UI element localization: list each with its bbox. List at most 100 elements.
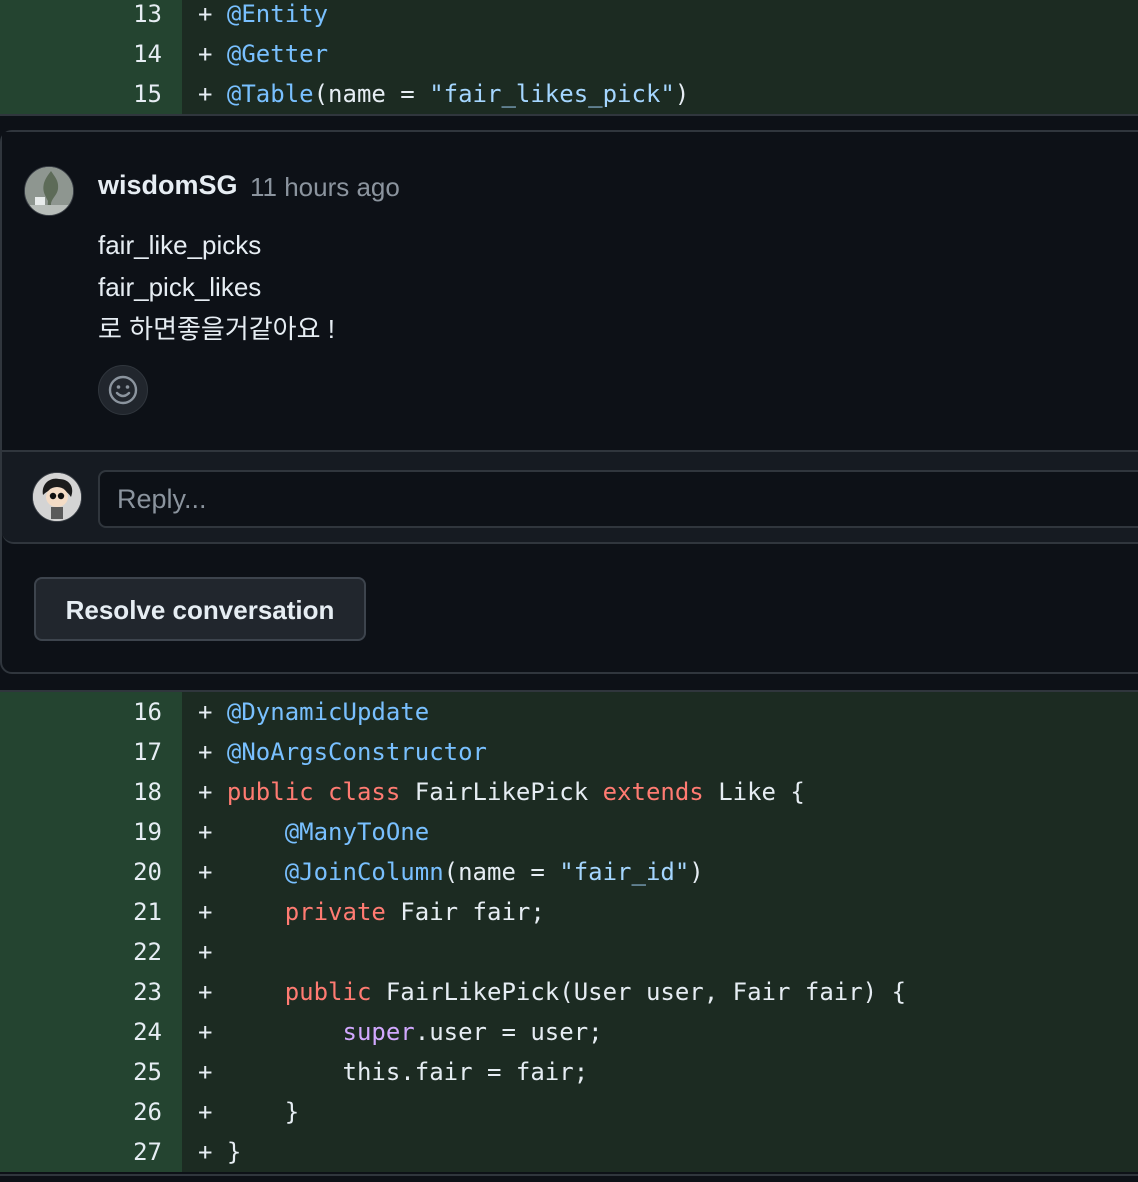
- code-token: ): [674, 80, 690, 108]
- code-line: + private Fair fair;: [182, 892, 1138, 932]
- code-token: public: [284, 978, 386, 1006]
- diff-add-marker: +: [198, 818, 213, 846]
- line-number[interactable]: 14: [0, 34, 182, 74]
- diff-add-marker: +: [198, 40, 213, 68]
- code-line: + @JoinColumn(name = "fair_id"): [182, 852, 1138, 892]
- code-token: Like {: [718, 778, 805, 806]
- code-line: + }: [182, 1132, 1138, 1172]
- code-line: + @Getter: [182, 34, 1138, 74]
- code-line: + @DynamicUpdate: [182, 692, 1138, 732]
- diff-divider: [0, 114, 1138, 116]
- line-number[interactable]: 24: [0, 1012, 182, 1052]
- diff-line[interactable]: 23 + public FairLikePick(User user, Fair …: [0, 972, 1138, 1012]
- comment-body: fair_like_picks fair_pick_likes 로 하면좋을거같…: [98, 224, 335, 350]
- line-number[interactable]: 21: [0, 892, 182, 932]
- code-token: "fair_id": [559, 858, 690, 886]
- diff-line[interactable]: 14 + @Getter: [0, 34, 1138, 74]
- diff-add-marker: +: [198, 80, 213, 108]
- diff-add-marker: +: [198, 698, 213, 726]
- line-number[interactable]: 15: [0, 74, 182, 114]
- diff-add-marker: +: [198, 1138, 213, 1166]
- code-token: extends: [602, 778, 719, 806]
- line-number[interactable]: 13: [0, 0, 182, 34]
- line-number[interactable]: 25: [0, 1052, 182, 1092]
- review-comment: wisdomSG 11 hours ago fair_like_picks fa…: [2, 132, 1138, 450]
- pr-review-page: 13 + @Entity 14 + @Getter 15 + @Table(name = …: [0, 0, 1138, 1182]
- diff-line[interactable]: 26 + }: [0, 1092, 1138, 1132]
- diff-line[interactable]: 18 + public class FairLikePick extends Li…: [0, 772, 1138, 812]
- author-avatar[interactable]: [24, 166, 74, 216]
- line-number[interactable]: 19: [0, 812, 182, 852]
- diff-block-bottom: 16 + @DynamicUpdate 17 + @NoArgsConstructor…: [0, 692, 1138, 1174]
- line-number[interactable]: 22: [0, 932, 182, 972]
- diff-add-marker: +: [198, 0, 213, 28]
- code-line: + public class FairLikePick extends Like…: [182, 772, 1138, 812]
- avatar-cartoon-icon: [33, 473, 81, 521]
- diff-add-marker: +: [198, 938, 213, 966]
- code-token: @Table: [226, 80, 314, 108]
- diff-line[interactable]: 19 + @ManyToOne: [0, 812, 1138, 852]
- code-token: @ManyToOne: [284, 818, 430, 846]
- diff-add-marker: +: [198, 1018, 213, 1046]
- line-number[interactable]: 26: [0, 1092, 182, 1132]
- reply-area: [2, 450, 1138, 544]
- code-token: public class: [226, 778, 415, 806]
- diff-line[interactable]: 20 + @JoinColumn(name = "fair_id"): [0, 852, 1138, 892]
- diff-add-marker: +: [198, 898, 213, 926]
- comment-line: fair_like_picks: [98, 230, 262, 260]
- code-token: @NoArgsConstructor: [226, 738, 487, 766]
- code-token: FairLikePick: [414, 778, 603, 806]
- diff-block-top: 13 + @Entity 14 + @Getter 15 + @Table(name = …: [0, 0, 1138, 114]
- code-token: .user = user;: [414, 1018, 603, 1046]
- resolve-conversation-button[interactable]: Resolve conversation: [34, 577, 366, 641]
- comment-timestamp[interactable]: 11 hours ago: [250, 172, 400, 203]
- diff-line[interactable]: 25 + this.fair = fair;: [0, 1052, 1138, 1092]
- diff-add-marker: +: [198, 1098, 213, 1126]
- line-number[interactable]: 27: [0, 1132, 182, 1172]
- code-token: }: [226, 1138, 242, 1166]
- code-token: (name =: [313, 80, 430, 108]
- diff-line[interactable]: 24 + super.user = user;: [0, 1012, 1138, 1052]
- comment-author[interactable]: wisdomSG: [98, 170, 238, 201]
- reply-input[interactable]: [98, 470, 1138, 528]
- code-line: + @Entity: [182, 0, 1138, 34]
- diff-bottom-border: [0, 1174, 1138, 1182]
- diff-line[interactable]: 15 + @Table(name = "fair_likes_pick"): [0, 74, 1138, 114]
- line-number[interactable]: 16: [0, 692, 182, 732]
- diff-line[interactable]: 27 + }: [0, 1132, 1138, 1172]
- line-number[interactable]: 23: [0, 972, 182, 1012]
- code-token: (name =: [443, 858, 560, 886]
- code-token: }: [226, 1098, 300, 1126]
- diff-line[interactable]: 22 +: [0, 932, 1138, 972]
- diff-line[interactable]: 16 + @DynamicUpdate: [0, 692, 1138, 732]
- line-number[interactable]: 17: [0, 732, 182, 772]
- code-line: + @ManyToOne: [182, 812, 1138, 852]
- line-number[interactable]: 20: [0, 852, 182, 892]
- code-token: FairLikePick(User user, Fair fair) {: [385, 978, 907, 1006]
- code-line: + public FairLikePick(User user, Fair fa…: [182, 972, 1138, 1012]
- diff-line[interactable]: 21 + private Fair fair;: [0, 892, 1138, 932]
- code-token: ): [689, 858, 704, 886]
- diff-add-marker: +: [198, 858, 213, 886]
- line-number[interactable]: 18: [0, 772, 182, 812]
- code-token: this.fair = fair;: [226, 1058, 589, 1086]
- diff-add-marker: +: [198, 778, 213, 806]
- code-line: + @Table(name = "fair_likes_pick"): [182, 74, 1138, 114]
- diff-add-marker: +: [198, 1058, 213, 1086]
- code-token: @DynamicUpdate: [226, 698, 430, 726]
- diff-add-marker: +: [198, 978, 213, 1006]
- code-line: + super.user = user;: [182, 1012, 1138, 1052]
- avatar-photo-icon: [25, 167, 73, 215]
- current-user-avatar[interactable]: [32, 472, 82, 522]
- code-token: Fair fair;: [400, 898, 545, 926]
- diff-line[interactable]: 13 + @Entity: [0, 0, 1138, 34]
- diff-line[interactable]: 17 + @NoArgsConstructor: [0, 732, 1138, 772]
- add-reaction-button[interactable]: [98, 365, 148, 415]
- smiley-icon: [108, 375, 138, 405]
- code-token: @Getter: [226, 40, 329, 68]
